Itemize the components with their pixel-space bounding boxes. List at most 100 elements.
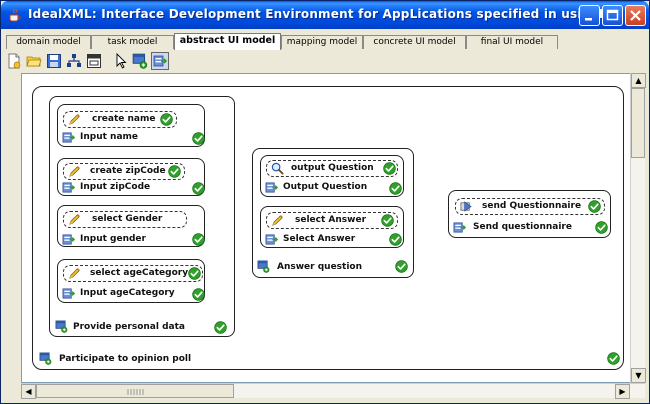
tab-mapping-model[interactable]: mapping model <box>281 35 363 49</box>
send-icon <box>460 200 473 213</box>
tab-domain-model[interactable]: domain model <box>6 35 91 49</box>
open-folder-icon[interactable] <box>26 53 42 69</box>
component-label: Send questionnaire <box>473 222 572 232</box>
component-label: Input gender <box>80 234 146 244</box>
toolbar <box>1 50 649 72</box>
component-label: Input zipCode <box>80 182 151 192</box>
java-cup-icon <box>9 8 21 22</box>
minimize-button[interactable] <box>579 5 600 26</box>
scroll-down-button[interactable]: ▼ <box>631 368 646 383</box>
component-icon <box>265 181 278 194</box>
pencil-icon <box>68 113 81 126</box>
close-icon <box>630 10 641 21</box>
horizontal-scrollbar[interactable]: ◀ ▶ <box>21 383 645 399</box>
check-icon <box>389 233 402 246</box>
pencil-icon <box>68 267 81 280</box>
add-component-button[interactable] <box>151 52 169 70</box>
pointer-icon[interactable] <box>113 53 129 69</box>
check-icon <box>389 182 402 195</box>
check-icon <box>192 288 205 301</box>
check-icon <box>383 162 396 175</box>
facet-label: create zipCode <box>90 166 166 176</box>
add-container-icon[interactable] <box>132 53 148 69</box>
pencil-icon <box>68 213 81 226</box>
check-icon <box>588 200 601 213</box>
tab-concrete-ui-model[interactable]: concrete UI model <box>363 35 466 49</box>
facet-select-answer[interactable]: select Answer <box>266 212 398 229</box>
check-icon <box>192 182 205 195</box>
root-container-label: Participate to opinion poll <box>59 354 192 364</box>
diagram-canvas[interactable]: Participate to opinion poll create name … <box>21 73 631 383</box>
component-icon <box>62 131 75 144</box>
facet-select-agecategory[interactable]: select ageCategory <box>63 265 203 282</box>
check-icon <box>192 132 205 145</box>
check-icon <box>381 214 394 227</box>
app-window: IdealXML: Interface Development Environm… <box>0 0 650 404</box>
tab-final-ui-model[interactable]: final UI model <box>466 35 558 49</box>
vertical-scrollbar[interactable]: ▲ ▼ <box>630 73 646 383</box>
check-icon <box>395 260 408 273</box>
check-icon <box>214 321 227 334</box>
magnifier-icon <box>271 162 284 175</box>
container-icon <box>55 320 68 333</box>
close-button[interactable] <box>625 5 646 26</box>
grip-icon <box>127 389 144 395</box>
component-icon <box>62 233 75 246</box>
facet-label: output Question <box>291 163 374 173</box>
component-input-gender[interactable]: select Gender Input gender <box>57 205 205 247</box>
model-tabs: domain model task model abstract UI mode… <box>6 33 646 50</box>
container-provide-personal-data[interactable]: create name Input name create zipCode In… <box>49 96 235 337</box>
window-title: IdealXML: Interface Development Environm… <box>28 7 612 21</box>
minimize-icon <box>585 18 592 21</box>
scroll-right-button[interactable]: ▶ <box>615 384 630 399</box>
scroll-left-button[interactable]: ◀ <box>21 384 36 399</box>
save-icon[interactable] <box>46 53 62 69</box>
component-icon <box>62 287 75 300</box>
tab-task-model[interactable]: task model <box>91 35 174 49</box>
facet-send-questionnaire[interactable]: send Questionnaire <box>455 198 605 215</box>
container-icon <box>39 352 52 365</box>
facet-label: select Answer <box>295 215 367 225</box>
component-label: Output Question <box>283 182 368 192</box>
maximize-icon <box>606 9 619 21</box>
component-output-question[interactable]: output Question Output Question <box>260 155 404 197</box>
component-send-questionnaire[interactable]: send Questionnaire Send questionnaire <box>448 190 611 238</box>
container-answer-question[interactable]: output Question Output Question select A… <box>252 148 414 278</box>
facet-create-zipcode[interactable]: create zipCode <box>63 163 185 180</box>
facet-output-question[interactable]: output Question <box>266 160 398 177</box>
tab-abstract-ui-model[interactable]: abstract UI model <box>174 33 281 50</box>
pencil-icon <box>271 214 284 227</box>
check-icon <box>160 113 173 126</box>
pencil-icon <box>68 165 81 178</box>
component-icon <box>62 181 75 194</box>
component-label: Select Answer <box>283 234 356 244</box>
facet-create-name[interactable]: create name <box>63 111 177 128</box>
component-input-zipcode[interactable]: create zipCode Input zipCode <box>57 158 205 196</box>
component-label: Input ageCategory <box>80 288 175 298</box>
component-input-name[interactable]: create name Input name <box>57 104 205 147</box>
title-bar[interactable]: IdealXML: Interface Development Environm… <box>1 1 649 29</box>
facet-label: select Gender <box>92 214 163 224</box>
add-component-icon <box>153 54 167 68</box>
component-icon <box>265 233 278 246</box>
new-file-icon[interactable] <box>6 53 22 69</box>
container-icon <box>257 260 270 273</box>
scroll-up-button[interactable]: ▲ <box>631 73 646 88</box>
maximize-button[interactable] <box>602 5 623 26</box>
facet-label: select ageCategory <box>90 268 189 278</box>
container-label: Answer question <box>277 262 363 272</box>
component-select-answer[interactable]: select Answer Select Answer <box>260 206 404 248</box>
check-icon <box>168 165 181 178</box>
check-icon <box>188 267 201 280</box>
facet-label: create name <box>92 114 156 124</box>
tree-icon[interactable] <box>66 53 82 69</box>
component-label: Input name <box>80 132 139 142</box>
horizontal-scroll-thumb[interactable] <box>36 384 234 398</box>
export-pdf-icon[interactable] <box>86 53 102 69</box>
container-label: Provide personal data <box>73 322 185 332</box>
facet-select-gender[interactable]: select Gender <box>63 211 187 228</box>
vertical-scroll-thumb[interactable] <box>631 88 645 158</box>
check-icon <box>192 233 205 246</box>
check-icon <box>595 221 608 234</box>
component-input-agecategory[interactable]: select ageCategory Input ageCategory <box>57 259 205 303</box>
